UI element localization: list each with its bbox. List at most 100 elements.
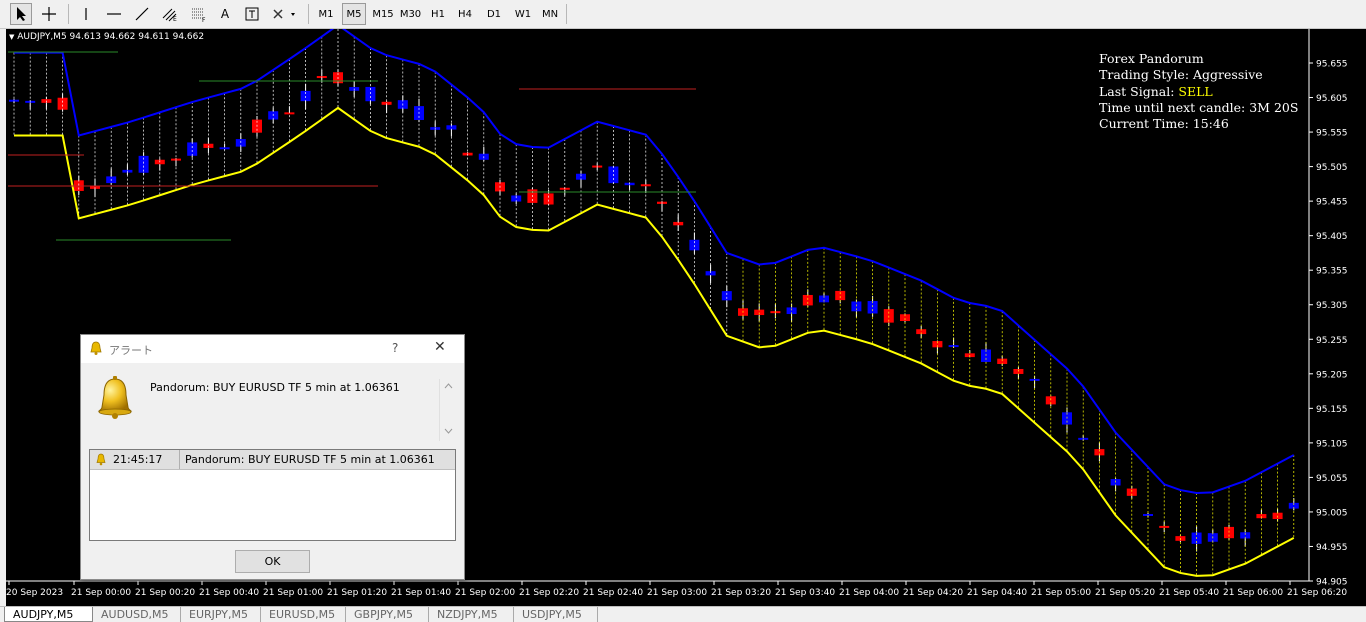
alert-message: Pandorum: BUY EURUSD TF 5 min at 1.06361 [150,381,400,394]
tab-eurusd[interactable]: EURUSD,M5 [261,607,346,622]
alert-row-message: Pandorum: BUY EURUSD TF 5 min at 1.06361 [185,453,435,466]
tf-m15-button[interactable]: M15 [370,3,396,25]
alert-dialog: アラート ? ✕ Pandorum: BUY EURUSD TF 5 min a… [80,334,465,580]
time-tick-label: 21 Sep 02:20 [519,588,579,598]
help-button[interactable]: ? [392,341,398,355]
scroll-arrows-icon [444,383,453,434]
bull-candle [187,142,198,156]
crosshair-tool-button[interactable] [38,3,60,25]
bull-candle [219,147,230,150]
time-tick-label: 21 Sep 03:20 [711,588,771,598]
fibonacci-button[interactable]: F [188,3,210,25]
tf-h4-button[interactable]: H4 [454,3,476,25]
equidistant-channel-button[interactable]: E [159,3,181,25]
time-tick-label: 21 Sep 01:40 [391,588,451,598]
vertical-line-button[interactable] [76,3,96,25]
alert-row[interactable]: 21:45:17 Pandorum: BUY EURUSD TF 5 min a… [90,450,455,470]
time-tick-label: 21 Sep 02:00 [455,588,515,598]
tf-d1-button[interactable]: D1 [483,3,505,25]
tf-m1-button[interactable]: M1 [314,3,338,25]
bell-large-icon [97,376,133,419]
last-signal: Last Signal: SELL [1099,83,1213,99]
ok-button[interactable]: OK [235,550,310,573]
cursor-tool-button[interactable] [10,3,32,25]
horizontal-line-button[interactable] [103,3,125,25]
text-label-button[interactable] [242,3,262,25]
vertical-line-icon [85,8,87,20]
time-tick-label: 21 Sep 00:00 [71,588,131,598]
bell-row-icon [96,453,106,466]
time-tick-label: 21 Sep 05:00 [1031,588,1091,598]
message-scrollbar[interactable] [439,379,457,441]
price-tick-label: 95.555 [1316,129,1348,139]
svg-text:E: E [173,16,177,22]
price-tick-label: 95.455 [1316,198,1348,208]
tab-nzdjpy[interactable]: NZDJPY,M5 [429,607,514,622]
time-tick-label: 21 Sep 05:20 [1095,588,1155,598]
time-tick-label: 21 Sep 02:40 [583,588,643,598]
tab-usdjpy[interactable]: USDJPY,M5 [514,607,598,622]
trading-style: Trading Style: Aggressive [1099,67,1263,83]
alert-titlebar: アラート ? ✕ [81,335,464,363]
tab-audjpy[interactable]: AUDJPY,M5 [4,607,93,622]
horizontal-line-icon [107,13,121,15]
crosshair-icon [42,7,56,21]
indicator-title: Forex Pandorum [1099,51,1204,66]
bull-candle [721,291,732,301]
channel-icon: E [162,8,177,22]
symbol-header: ▼ AUDJPY,M5 94.613 94.662 94.611 94.662 [9,32,205,42]
time-tick-label: 21 Sep 00:20 [135,588,195,598]
tab-gbpjpy[interactable]: GBPJPY,M5 [346,607,429,622]
fibonacci-icon: F [192,8,206,22]
current-time: Current Time: 15:46 [1099,116,1229,132]
time-tick-label: 21 Sep 01:00 [263,588,323,598]
indicator-info-panel: Forex Pandorum Trading Style: Aggressive… [1099,51,1298,132]
time-tick-label: 21 Sep 01:20 [327,588,387,598]
time-tick-label: 21 Sep 03:40 [775,588,835,598]
time-tick-label: 20 Sep 2023 [6,588,63,598]
text-label-icon [245,7,259,21]
price-tick-label: 95.605 [1316,94,1348,104]
alert-title: アラート [109,344,153,357]
price-tick-label: 94.955 [1316,543,1348,553]
time-tick-label: 21 Sep 05:40 [1159,588,1219,598]
text-icon: A [220,7,230,21]
trendline-icon [135,7,149,21]
arrows-dropdown-button[interactable] [270,3,300,25]
toolbar: E F A M1 M5 M15 M30 H1 H4 D1 W1 MN [0,0,1366,29]
price-tick-label: 95.505 [1316,163,1348,173]
time-tick-label: 21 Sep 06:00 [1223,588,1283,598]
close-button[interactable]: ✕ [434,339,446,355]
time-tick-label: 21 Sep 04:20 [903,588,963,598]
price-tick-label: 95.305 [1316,301,1348,311]
price-tick-label: 95.655 [1316,60,1348,70]
arrows-icon [273,9,295,19]
bear-candle [543,193,554,205]
tf-h1-button[interactable]: H1 [427,3,449,25]
candle-countdown: Time until next candle: 3M 20S [1099,99,1299,115]
bear-candle [57,97,68,110]
tab-audusd[interactable]: AUDUSD,M5 [93,607,181,622]
price-tick-label: 95.355 [1316,267,1348,277]
tf-mn-button[interactable]: MN [539,3,561,25]
time-tick-label: 21 Sep 03:00 [647,588,707,598]
price-tick-label: 94.905 [1316,578,1348,588]
time-tick-label: 21 Sep 04:00 [839,588,899,598]
time-tick-label: 21 Sep 04:40 [967,588,1027,598]
alert-row-time: 21:45:17 [113,453,163,466]
price-tick-label: 95.005 [1316,508,1348,518]
price-tick-label: 95.405 [1316,232,1348,242]
text-tool-button[interactable]: A [216,3,234,25]
price-tick-label: 95.205 [1316,370,1348,380]
price-tick-label: 95.255 [1316,336,1348,346]
trendline-button[interactable] [131,3,153,25]
tf-w1-button[interactable]: W1 [512,3,534,25]
time-tick-label: 21 Sep 00:40 [199,588,259,598]
svg-text:F: F [202,17,206,22]
price-tick-label: 95.105 [1316,439,1348,449]
tf-m5-button[interactable]: M5 [342,3,366,25]
alert-list[interactable]: 21:45:17 Pandorum: BUY EURUSD TF 5 min a… [89,449,456,541]
price-tick-label: 95.055 [1316,474,1348,484]
tf-m30-button[interactable]: M30 [397,3,424,25]
tab-eurjpy[interactable]: EURJPY,M5 [181,607,261,622]
